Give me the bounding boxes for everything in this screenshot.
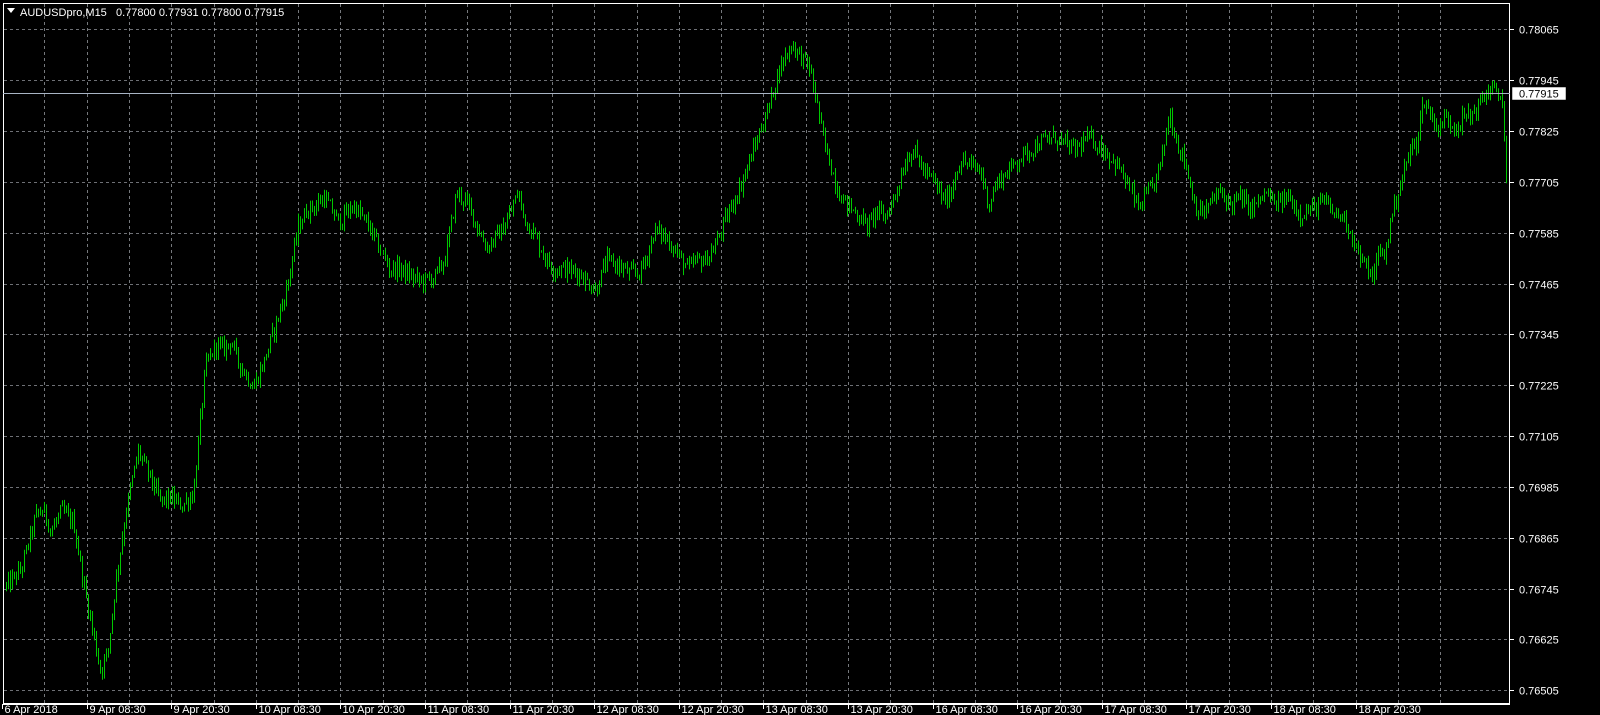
current-price-tag: 0.77915 <box>1511 86 1567 101</box>
time-tick-label: 12 Apr 08:30 <box>597 704 659 715</box>
time-tick-label: 16 Apr 08:30 <box>936 704 998 715</box>
price-tick-label: 0.77585 <box>1519 229 1559 241</box>
chart-svg[interactable]: 0.78065 0.77945 0.77825 0.77705 0.77585 0.774… <box>0 0 1600 715</box>
price-tick-label: 0.77345 <box>1519 330 1559 342</box>
chart-background <box>0 0 1600 715</box>
time-tick-label: 18 Apr 20:30 <box>1359 704 1421 715</box>
price-tick-label: 0.77105 <box>1519 432 1559 444</box>
time-tick-label: 9 Apr 20:30 <box>174 704 230 715</box>
price-tick-label: 0.77465 <box>1519 280 1559 292</box>
chart-window[interactable]: 0.78065 0.77945 0.77825 0.77705 0.77585 0.774… <box>0 0 1600 715</box>
price-tick-label: 0.78065 <box>1519 25 1559 37</box>
chart-header: AUDUSDpro,M15 0.77800 0.77931 0.77800 0.… <box>7 7 284 19</box>
time-tick-label: 12 Apr 20:30 <box>682 704 744 715</box>
price-tick-label: 0.77945 <box>1519 76 1559 88</box>
time-tick-label: 6 Apr 2018 <box>5 704 58 715</box>
price-tick-label: 0.77705 <box>1519 178 1559 190</box>
ohlc-values: 0.77800 0.77931 0.77800 0.77915 <box>116 7 284 19</box>
time-tick-label: 16 Apr 20:30 <box>1020 704 1082 715</box>
time-axis: 6 Apr 2018 9 Apr 08:30 9 Apr 20:30 10 Apr 0… <box>2 704 1421 715</box>
symbol-label: AUDUSDpro,M15 <box>20 7 107 19</box>
time-tick-label: 10 Apr 08:30 <box>259 704 321 715</box>
time-tick-label: 17 Apr 20:30 <box>1189 704 1251 715</box>
time-tick-label: 10 Apr 20:30 <box>343 704 405 715</box>
price-tick-label: 0.76625 <box>1519 635 1559 647</box>
price-tick-label: 0.77225 <box>1519 381 1559 393</box>
price-tick-label: 0.76505 <box>1519 686 1559 698</box>
time-tick-label: 13 Apr 08:30 <box>766 704 828 715</box>
time-tick-label: 17 Apr 08:30 <box>1105 704 1167 715</box>
time-tick-label: 11 Apr 08:30 <box>428 704 490 715</box>
price-tick-label: 0.76985 <box>1519 483 1559 495</box>
price-tick-label: 0.77825 <box>1519 127 1559 139</box>
price-tick-label: 0.76865 <box>1519 534 1559 546</box>
time-tick-label: 11 Apr 20:30 <box>513 704 575 715</box>
time-tick-label: 9 Apr 08:30 <box>90 704 146 715</box>
current-price-tag-label: 0.77915 <box>1519 89 1559 101</box>
time-tick-label: 18 Apr 08:30 <box>1274 704 1336 715</box>
time-tick-label: 13 Apr 20:30 <box>851 704 913 715</box>
price-tick-label: 0.76745 <box>1519 585 1559 597</box>
